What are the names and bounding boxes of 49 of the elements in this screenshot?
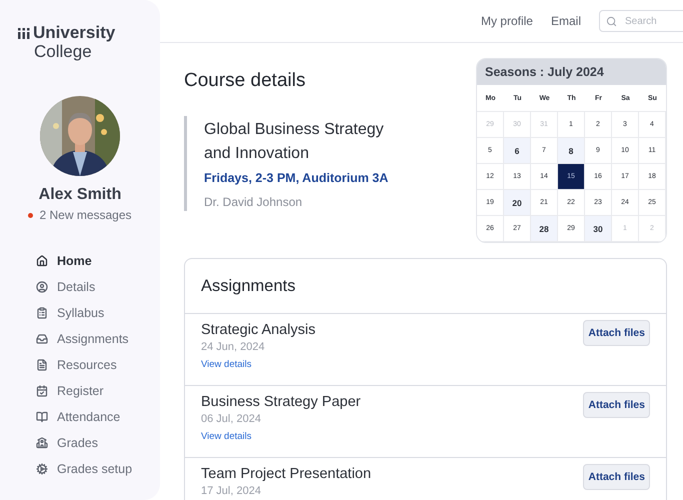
- assignment-title: Strategic Analysis: [201, 322, 316, 338]
- gear-icon: [36, 463, 48, 475]
- view-details-link[interactable]: View details: [201, 359, 316, 370]
- user-icon: [36, 281, 48, 293]
- document-icon: [36, 359, 48, 371]
- attach-files-button[interactable]: Attach files: [583, 464, 650, 490]
- course-instructor: Dr. David Johnson: [204, 195, 304, 209]
- nav-item[interactable]: Grades setup: [36, 460, 132, 478]
- header-link[interactable]: My profile: [480, 14, 533, 28]
- view-details-link[interactable]: View details: [201, 431, 361, 442]
- search-field[interactable]: Search: [599, 10, 683, 32]
- nav-item[interactable]: Details: [36, 278, 132, 296]
- home-icon: [36, 255, 48, 267]
- clipboard-icon: [36, 307, 48, 319]
- attach-files-button[interactable]: Attach files: [583, 392, 650, 418]
- page-title: Course details: [184, 70, 306, 92]
- header-link[interactable]: Email: [550, 14, 581, 28]
- messages-count: 2 New messages: [39, 208, 132, 222]
- calendar-day[interactable]: 30: [585, 216, 612, 242]
- calendar-title: Seasons : July 2024: [477, 59, 666, 85]
- course-title: Global Business Strategy and Innovation: [204, 120, 385, 164]
- assignment-date: 17 Jul, 2024: [201, 485, 262, 497]
- logo-icon: [18, 28, 30, 38]
- nav-item[interactable]: Syllabus: [36, 304, 132, 322]
- calendar-day[interactable]: 8: [558, 138, 585, 164]
- attach-files-button[interactable]: Attach files: [583, 320, 650, 346]
- calendar-day[interactable]: 20: [504, 190, 531, 216]
- assignment-date: 06 Jul, 2024: [201, 413, 262, 425]
- nav-item[interactable]: Home: [36, 252, 132, 270]
- nav-item[interactable]: Assignments: [36, 330, 132, 348]
- school-icon: [36, 437, 48, 449]
- nav-item[interactable]: Register: [36, 382, 132, 400]
- nav-item[interactable]: Attendance: [36, 408, 132, 426]
- nav-item[interactable]: Grades: [36, 434, 132, 452]
- card-title: Assignments: [185, 259, 666, 314]
- calendar-day[interactable]: 6: [504, 138, 531, 164]
- assignment-date: 24 Jun, 2024: [201, 341, 266, 353]
- calendar-icon: [36, 385, 48, 397]
- inbox-icon: [36, 333, 48, 345]
- brand-name: University: [33, 24, 116, 42]
- calendar-day[interactable]: 28: [531, 216, 558, 242]
- search-icon: [606, 16, 617, 27]
- course-schedule: Fridays, 2-3 PM, Auditorium 3A: [204, 171, 390, 185]
- nav-item[interactable]: Resources: [36, 356, 132, 374]
- user-name: Alex Smith: [38, 186, 122, 204]
- book-icon: [36, 411, 48, 423]
- assignment-title: Team Project Presentation: [201, 466, 372, 482]
- assignment-title: Business Strategy Paper: [201, 394, 361, 410]
- brand-subtitle: College: [34, 42, 93, 62]
